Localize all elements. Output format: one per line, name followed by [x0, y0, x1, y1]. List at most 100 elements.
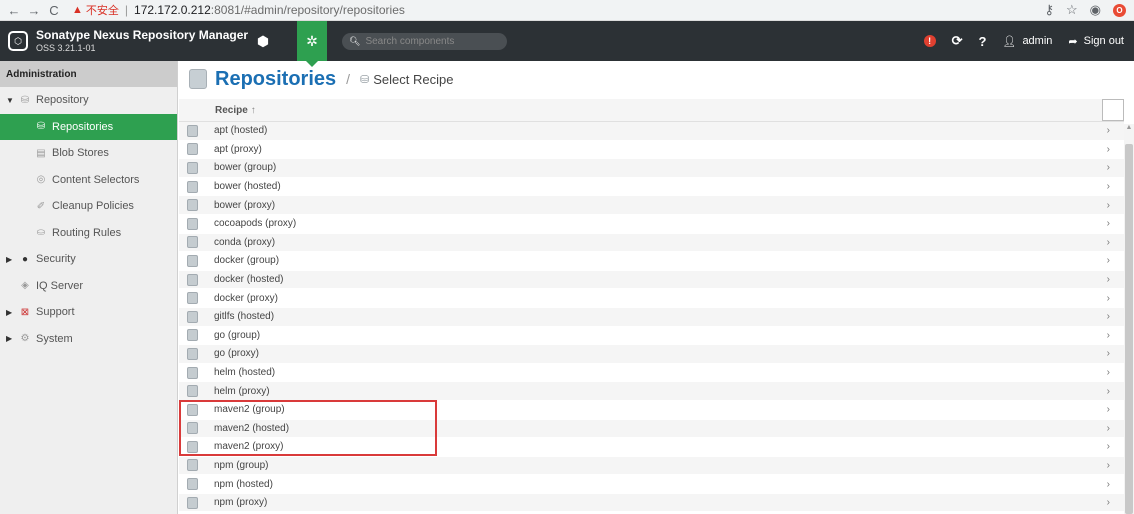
- sidebar-item-repository[interactable]: ▼ ⛁ Repository: [0, 87, 177, 114]
- database-icon: [187, 292, 198, 305]
- scroll-thumb[interactable]: [1125, 144, 1133, 514]
- profile-icon[interactable]: ◉: [1090, 2, 1101, 18]
- chevron-right-icon: ›: [1106, 404, 1110, 416]
- recipe-row[interactable]: docker (proxy) ›: [179, 289, 1124, 308]
- sidebar-item-support[interactable]: ▶ ⊠ Support: [0, 299, 177, 326]
- recipe-row[interactable]: bower (group) ›: [179, 159, 1124, 178]
- page-title[interactable]: Repositories: [215, 68, 336, 91]
- recipe-label: docker (proxy): [214, 292, 278, 304]
- url-host: 172.172.0.212: [134, 3, 211, 17]
- reload-icon[interactable]: C: [44, 3, 64, 18]
- sign-out-button[interactable]: ➦ Sign out: [1068, 35, 1124, 48]
- database-icon: [187, 273, 198, 286]
- sidebar-item-security[interactable]: ▶ ● Security: [0, 246, 177, 273]
- back-arrow-icon[interactable]: ←: [4, 3, 24, 18]
- grid-header: Recipe ↑: [179, 99, 1124, 122]
- recipe-row[interactable]: conda (proxy) ›: [179, 233, 1124, 253]
- recipe-label: docker (group): [214, 255, 280, 267]
- sign-out-label: Sign out: [1083, 35, 1124, 47]
- recipe-row[interactable]: npm (group) ›: [179, 456, 1124, 476]
- search-input[interactable]: [365, 36, 506, 47]
- recipe-row[interactable]: bower (proxy) ›: [179, 196, 1124, 215]
- refresh-icon[interactable]: ⟳: [952, 33, 963, 49]
- database-icon: [187, 347, 198, 360]
- chevron-right-icon: ›: [1106, 181, 1110, 193]
- forward-arrow-icon[interactable]: →: [24, 3, 44, 18]
- recipe-label: maven2 (proxy): [214, 441, 284, 453]
- cube-icon: ⬢: [256, 32, 270, 49]
- database-icon: [187, 459, 198, 472]
- recipe-row[interactable]: helm (proxy) ›: [179, 382, 1124, 401]
- app-version: OSS 3.21.1-01: [36, 43, 96, 53]
- recipe-row[interactable]: cocoapods (proxy) ›: [179, 215, 1124, 234]
- cog-icon: ⚙: [20, 333, 30, 345]
- recipe-label: docker (hosted): [214, 274, 284, 286]
- recipe-label: go (group): [214, 329, 261, 341]
- recipe-row[interactable]: go (group) ›: [179, 327, 1124, 346]
- database-icon: [187, 236, 198, 249]
- chevron-right-icon: ›: [1106, 459, 1110, 471]
- url-path: :8081/#admin/repository/repositories: [210, 3, 405, 17]
- sidebar-item-label: Repositories: [52, 120, 114, 133]
- sidebar-item-label: Support: [36, 306, 75, 319]
- sidebar-item-repositories[interactable]: ⛁ Repositories: [0, 113, 177, 140]
- recipe-row[interactable]: apt (proxy) ›: [179, 141, 1124, 160]
- recipe-row[interactable]: bower (hosted) ›: [179, 178, 1124, 197]
- nexus-logo-icon[interactable]: ⬡: [8, 31, 28, 51]
- database-icon: [187, 329, 198, 342]
- column-menu-button[interactable]: [1102, 99, 1124, 121]
- sidebar-item-cleanup-policies[interactable]: ✐ Cleanup Policies: [0, 193, 177, 220]
- shield-icon: ●: [21, 253, 29, 265]
- chevron-right-icon: ›: [1106, 329, 1110, 341]
- database-icon: [187, 403, 198, 416]
- user-menu[interactable]: 👤︎ admin: [1002, 35, 1052, 48]
- brand: Sonatype Nexus Repository Manager OSS 3.…: [36, 28, 248, 54]
- caret-right-icon: ▶: [6, 307, 13, 317]
- chevron-right-icon: ›: [1106, 292, 1110, 304]
- admin-mode-button[interactable]: ✲: [297, 21, 327, 67]
- sidebar-item-routing-rules[interactable]: ⛀ Routing Rules: [0, 220, 177, 247]
- recipe-row[interactable]: npm (hosted) ›: [179, 475, 1124, 494]
- sidebar-item-iq-server[interactable]: ◈ IQ Server: [0, 273, 177, 300]
- chevron-right-icon: ›: [1106, 125, 1110, 137]
- key-icon[interactable]: ⚷: [1044, 2, 1054, 18]
- recipe-row[interactable]: npm (proxy) ›: [179, 493, 1124, 513]
- extension-icon[interactable]: O: [1113, 3, 1126, 17]
- recipe-row[interactable]: docker (group) ›: [179, 252, 1124, 271]
- help-icon[interactable]: ?: [979, 34, 987, 49]
- browser-toolbar: ← → C ▲ 不安全 | 172.172.0.212:8081/#admin/…: [0, 0, 1134, 21]
- search-box[interactable]: 🔍︎: [342, 33, 507, 50]
- alert-icon[interactable]: !: [923, 35, 936, 47]
- recipe-label: maven2 (hosted): [214, 422, 290, 434]
- database-icon: [187, 422, 198, 435]
- sidebar-item-blob-stores[interactable]: ▤ Blob Stores: [0, 140, 177, 167]
- breadcrumb: Repositories / ⛁ Select Recipe: [179, 61, 1134, 97]
- warning-triangle-icon: ▲: [72, 4, 83, 16]
- recipe-row[interactable]: maven2 (proxy) ›: [179, 438, 1124, 457]
- insecure-indicator[interactable]: ▲ 不安全: [72, 2, 119, 18]
- main-panel: Repositories / ⛁ Select Recipe Recipe ↑ a…: [179, 61, 1134, 514]
- recipe-row[interactable]: apt (hosted) ›: [179, 122, 1124, 141]
- vertical-scrollbar[interactable]: ▲: [1124, 124, 1134, 514]
- recipe-row[interactable]: docker (hosted) ›: [179, 270, 1124, 290]
- scroll-up-arrow-icon[interactable]: ▲: [1124, 124, 1134, 136]
- recipe-column-header[interactable]: Recipe ↑: [215, 105, 256, 116]
- recipe-row[interactable]: maven2 (group) ›: [179, 401, 1124, 420]
- sidebar-item-system[interactable]: ▶ ⚙ System: [0, 326, 177, 353]
- address-bar[interactable]: 172.172.0.212:8081/#admin/repository/rep…: [134, 3, 405, 17]
- recipe-row[interactable]: helm (hosted) ›: [179, 364, 1124, 383]
- recipe-row[interactable]: go (proxy) ›: [179, 345, 1124, 364]
- sidebar-item-label: Routing Rules: [52, 226, 122, 239]
- star-icon[interactable]: ☆: [1066, 2, 1078, 18]
- chevron-right-icon: ›: [1106, 385, 1110, 397]
- database-icon: [187, 217, 198, 230]
- layers-icon: ◎: [36, 174, 46, 186]
- sidebar-item-content-selectors[interactable]: ◎ Content Selectors: [0, 167, 177, 194]
- chevron-right-icon: ›: [1106, 367, 1110, 379]
- gear-icon: ✲: [306, 32, 318, 49]
- sign-out-icon: ➦: [1068, 35, 1078, 48]
- recipe-row[interactable]: maven2 (hosted) ›: [179, 419, 1124, 439]
- browse-mode-button[interactable]: ⬢: [248, 21, 278, 61]
- recipe-row[interactable]: gitlfs (hosted) ›: [179, 307, 1124, 327]
- recipe-label: helm (proxy): [214, 385, 270, 397]
